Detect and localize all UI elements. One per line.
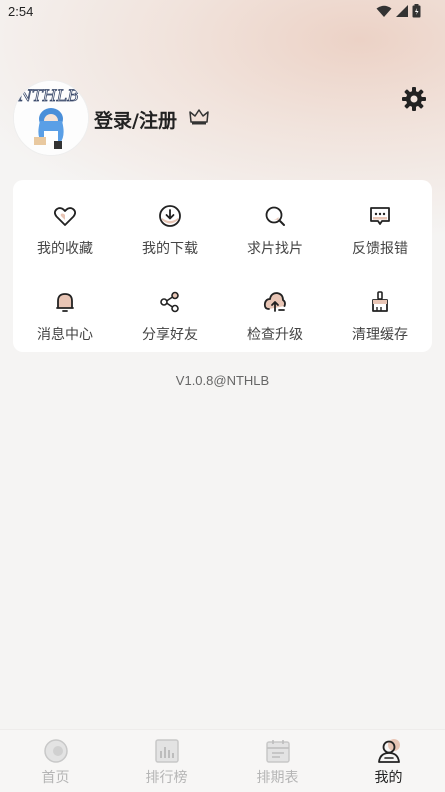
upgrade-icon xyxy=(263,292,286,312)
menu-card: 我的收藏 我的下载 求片找片 反馈报错 消息中心 分享好友 检查升级 清理缓存 xyxy=(13,180,432,352)
wifi-icon xyxy=(376,5,392,17)
heart-icon xyxy=(53,207,77,226)
menu-item-downloads[interactable]: 我的下载 xyxy=(118,186,222,257)
signal-icon xyxy=(396,5,408,17)
nav-tab-ranking[interactable]: 排行榜 xyxy=(111,730,222,792)
menu-item-label: 求片找片 xyxy=(247,241,303,257)
avatar[interactable]: NTHLB xyxy=(13,80,89,156)
menu-item-favorites[interactable]: 我的收藏 xyxy=(13,186,117,257)
home-icon xyxy=(44,739,68,763)
battery-icon xyxy=(412,4,421,18)
status-bar: 2:54 xyxy=(0,0,445,26)
menu-item-label: 分享好友 xyxy=(142,327,198,343)
profile-header: NTHLB 登录/注册 xyxy=(13,80,433,156)
version-text: V1.0.8@NTHLB xyxy=(175,373,270,388)
bottom-nav: 首页 排行榜 排期表 我的 xyxy=(0,729,445,792)
menu-item-label: 清理缓存 xyxy=(352,327,408,343)
menu-grid: 我的收藏 我的下载 求片找片 反馈报错 消息中心 分享好友 检查升级 清理缓存 xyxy=(13,180,432,352)
nav-tab-schedule[interactable]: 排期表 xyxy=(222,730,333,792)
feedback-icon xyxy=(370,207,390,225)
crown-icon xyxy=(189,109,209,125)
status-icons xyxy=(376,4,421,18)
svg-text:NTHLB: NTHLB xyxy=(17,86,79,105)
profile-icon xyxy=(378,739,400,763)
download-icon xyxy=(159,205,181,227)
menu-item-feedback[interactable]: 反馈报错 xyxy=(328,186,432,257)
menu-item-label: 检查升级 xyxy=(247,327,303,343)
nav-tab-label: 排行榜 xyxy=(145,770,188,786)
menu-item-label: 反馈报错 xyxy=(352,241,408,257)
nav-tab-mine[interactable]: 我的 xyxy=(333,730,444,792)
broom-icon xyxy=(372,291,388,312)
nav-tab-label: 首页 xyxy=(41,770,70,786)
gear-icon[interactable] xyxy=(401,86,427,112)
menu-item-request[interactable]: 求片找片 xyxy=(223,186,327,257)
login-register-link[interactable]: 登录/注册 xyxy=(94,106,177,133)
bell-icon xyxy=(56,293,74,312)
avatar-image: NTHLB xyxy=(14,81,88,155)
menu-item-label: 我的下载 xyxy=(142,241,198,257)
menu-item-clear-cache[interactable]: 清理缓存 xyxy=(328,272,432,343)
menu-item-upgrade[interactable]: 检查升级 xyxy=(223,272,327,343)
menu-item-label: 消息中心 xyxy=(37,327,93,343)
menu-item-share[interactable]: 分享好友 xyxy=(118,272,222,343)
nav-tab-label: 我的 xyxy=(374,770,403,786)
status-time: 2:54 xyxy=(8,4,34,19)
menu-item-label: 我的收藏 xyxy=(37,241,93,257)
chart-icon xyxy=(155,739,179,763)
menu-item-messages[interactable]: 消息中心 xyxy=(13,272,117,343)
search-icon xyxy=(265,206,285,226)
nav-tab-home[interactable]: 首页 xyxy=(0,730,111,792)
nav-tab-label: 排期表 xyxy=(256,770,299,786)
share-icon xyxy=(160,291,179,313)
calendar-icon xyxy=(266,740,290,763)
